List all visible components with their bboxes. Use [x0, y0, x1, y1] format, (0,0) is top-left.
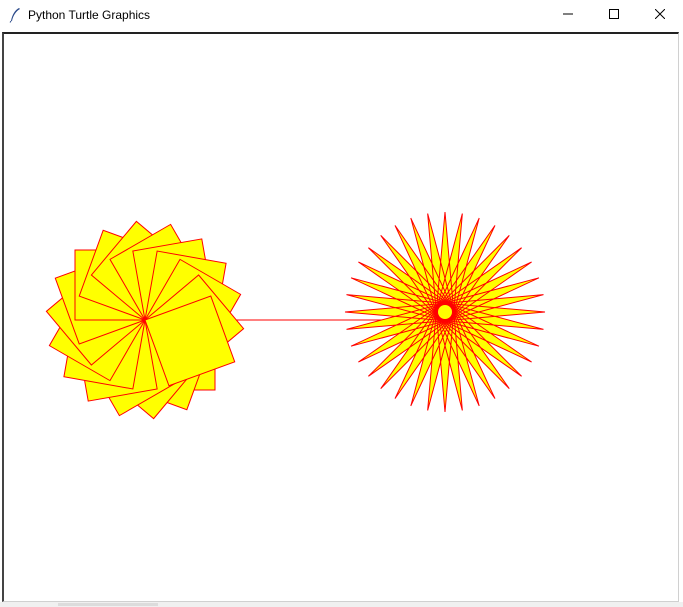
turtle-window: Python Turtle Graphics	[0, 0, 683, 607]
feather-pen-icon	[8, 7, 22, 23]
star-center-dot	[436, 303, 454, 321]
drawing-surface	[45, 211, 546, 420]
title-bar[interactable]: Python Turtle Graphics	[0, 0, 683, 30]
maximize-icon	[609, 6, 619, 24]
close-button[interactable]	[637, 0, 683, 30]
window-bottom-edge	[0, 602, 683, 607]
window-title: Python Turtle Graphics	[28, 8, 151, 22]
close-icon	[654, 6, 666, 24]
scroll-track	[58, 603, 158, 606]
minimize-button[interactable]	[545, 0, 591, 30]
turtle-canvas[interactable]	[2, 32, 679, 602]
rotated-squares-figure	[45, 220, 245, 420]
maximize-button[interactable]	[591, 0, 637, 30]
minimize-icon	[563, 6, 573, 24]
